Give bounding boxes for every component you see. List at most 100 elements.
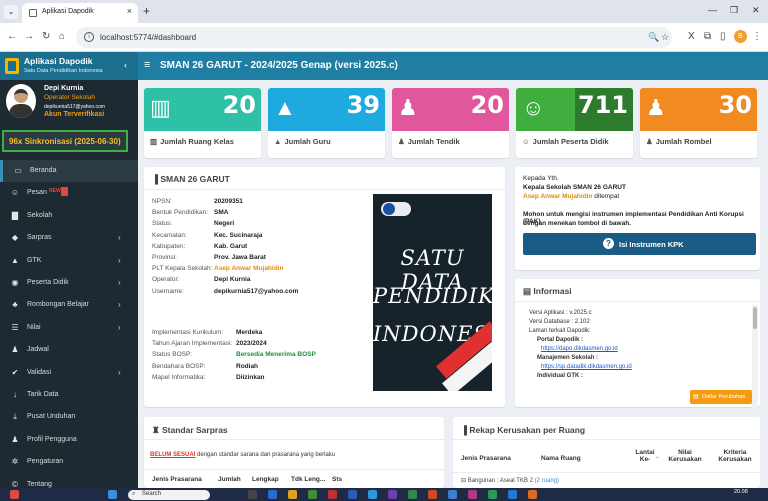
building-icon: ▇ (11, 210, 19, 220)
hamburger-menu-icon[interactable]: ≡ (144, 59, 150, 71)
sarpras-col-tdk-lengkap[interactable]: Tdk Leng... (291, 476, 325, 483)
taskbar-app-icon[interactable] (328, 490, 337, 499)
tab-close-icon[interactable]: × (127, 6, 132, 16)
taskbar-app-icon[interactable] (408, 490, 417, 499)
windows-start-icon[interactable] (108, 490, 117, 499)
sarpras-col-sts[interactable]: Sts (332, 476, 342, 483)
stat-label: ☺ Jumlah Peserta Didik (522, 137, 609, 146)
stat-box[interactable]: ▥ 20 ▥ Jumlah Ruang Kelas (144, 88, 261, 158)
bookmark-star-icon[interactable]: ☆ (661, 32, 669, 43)
sidebar-item-sarpras[interactable]: ◆ Sarpras › (0, 227, 138, 249)
sidebar-item-jadwal[interactable]: ♟ Jadwal (0, 339, 138, 361)
forward-icon[interactable]: → (24, 31, 34, 42)
site-info-icon[interactable]: i (84, 32, 94, 42)
sidebar-item-profil-pengguna[interactable]: ♟ Profil Pengguna (0, 429, 138, 451)
sidebar-item-peserta-didik[interactable]: ◉ Peserta Didik › (0, 272, 138, 294)
restore-icon[interactable]: ❐ (730, 5, 738, 16)
sidebar-item-pesan[interactable]: ☺ Pesan NEW (0, 182, 138, 204)
minimize-icon[interactable]: — (708, 5, 717, 15)
stat-box[interactable]: ♟ 30 ♟ Jumlah Rombel (640, 88, 757, 158)
taskbar-search[interactable]: ⌕ Search (128, 490, 210, 500)
rekap-col-nama-ruang[interactable]: Nama Ruang (541, 455, 581, 462)
extensions-icon[interactable]: ⧉ (704, 31, 711, 42)
sarpras-col-lengkap[interactable]: Lengkap (252, 476, 279, 483)
chevron-right-icon: › (118, 322, 121, 332)
sarpras-col-jenis[interactable]: Jenis Prasarana (152, 476, 202, 483)
app-logo-area: Aplikasi Dapodik Satu Data Pendidikan In… (0, 52, 138, 80)
chevron-left-icon[interactable]: ‹ (124, 60, 127, 70)
search-icon: ⌕ (132, 491, 136, 497)
notice-line-5: dengan menekan tombol di bawah. (523, 220, 631, 227)
sidebar-item-pusat-unduhan[interactable]: ⤓ Pusat Unduhan (0, 406, 138, 428)
school-field-value: Negeri (214, 220, 235, 228)
taskbar-app-icon[interactable] (348, 490, 357, 499)
sidebar-panel-icon[interactable]: ▯ (720, 31, 726, 42)
isi-instrumen-kpk-button[interactable]: ? Isi Instrumen KPK (523, 233, 756, 255)
stat-box[interactable]: ☺ 711 ☺ Jumlah Peserta Didik (516, 88, 633, 158)
taskbar-app-icon[interactable] (268, 490, 277, 499)
info-link[interactable]: https://dapo.dikdasmen.go.id (541, 346, 618, 352)
taskbar-app-icon[interactable] (308, 490, 317, 499)
app-title: Aplikasi Dapodik (24, 56, 93, 66)
taskbar-app-icon[interactable] (288, 490, 297, 499)
school-field-value: 2023/2024 (236, 340, 267, 348)
sidebar-item-label: Beranda (30, 167, 57, 174)
home-icon[interactable]: ⌂ (59, 31, 65, 42)
school-field-label: Kabupaten: (152, 242, 186, 250)
sidebar-item-validasi[interactable]: ✔ Validasi › (0, 362, 138, 384)
rekap-col-lantai[interactable]: Lantai Ke- (634, 449, 656, 463)
taskbar-app-icon[interactable] (428, 490, 437, 499)
zoom-icon[interactable]: 🔍 (648, 32, 659, 43)
rekap-col-nilai[interactable]: Nilai Kerusakan (663, 449, 707, 463)
stat-box-header: ▥ 20 (144, 88, 261, 131)
sidebar-item-rombongan-belajar[interactable]: ♣ Rombongan Belajar › (0, 294, 138, 316)
browser-tab-bar: ⌄ Aplikasi Dapodik × + — ❐ ✕ (0, 0, 768, 23)
address-bar-row: ← → ↻ ⌂ i localhost:5774/#dashboard 🔍 ☆ … (0, 23, 768, 52)
reload-icon[interactable]: ↻ (42, 31, 50, 42)
stat-label: ♟ Jumlah Tendik (398, 137, 460, 146)
taskbar-app-icon[interactable] (368, 490, 377, 499)
new-tab-button[interactable]: + (143, 4, 150, 18)
chevron-right-icon: › (118, 300, 121, 310)
sidebar-item-tarik-data[interactable]: ↓ Tarik Data (0, 384, 138, 406)
rekap-col-kriteria[interactable]: Kriteria Kerusakan (715, 449, 755, 463)
taskbar-app-icon[interactable] (248, 490, 257, 499)
taskbar-app-icon[interactable] (528, 490, 537, 499)
sidebar-item-label: Profil Pengguna (27, 435, 77, 443)
info-scroll-thumb[interactable] (753, 307, 757, 329)
back-icon[interactable]: ← (7, 31, 17, 42)
sidebar-item-pengaturan[interactable]: ✲ Pengaturan (0, 451, 138, 473)
sarpras-col-jumlah[interactable]: Jumlah (218, 476, 241, 483)
sidebar-item-sekolah[interactable]: ▇ Sekolah (0, 205, 138, 227)
user-icon: ♟ (398, 95, 418, 120)
rekap-group-row[interactable]: ⊟ Bangunan : Aseal TKB 2 (2 ruang) (461, 477, 559, 484)
browser-tab[interactable]: Aplikasi Dapodik × (22, 3, 138, 23)
taskbar-app-icon[interactable] (508, 490, 517, 499)
taskbar-app-icon[interactable] (488, 490, 497, 499)
extension-x-icon[interactable]: X (688, 31, 695, 42)
taskbar-app-icon[interactable] (468, 490, 477, 499)
window-close-icon[interactable]: ✕ (752, 5, 760, 16)
windows-taskbar: ⌕ Search 20.08 (0, 488, 768, 501)
daftar-perubahan-button[interactable]: ▤ Daftar Perubahan (690, 390, 752, 404)
rekap-col-jenis[interactable]: Jenis Prasarana (461, 455, 511, 462)
stat-box[interactable]: ▲ 39 ▲ Jumlah Guru (268, 88, 385, 158)
tab-list-dropdown[interactable]: ⌄ (4, 5, 18, 19)
sidebar-item-nilai[interactable]: ☰ Nilai › (0, 317, 138, 339)
url-field[interactable]: i localhost:5774/#dashboard 🔍 ☆ (76, 27, 672, 48)
school-field-value: Asep Anwar Mujahidin (214, 265, 284, 273)
info-link[interactable]: https://sp.datadik.dikdasmen.go.id (541, 364, 632, 370)
browser-menu-icon[interactable]: ⋮ (752, 31, 762, 42)
bank-icon: ▥ (150, 137, 158, 146)
browser-profile-avatar[interactable]: B (734, 30, 747, 43)
sidebar-item-gtk[interactable]: ▲ GTK › (0, 250, 138, 272)
taskbar-app-icon[interactable] (388, 490, 397, 499)
page-title: SMAN 26 GARUT - 2024/2025 Genap (versi 2… (160, 60, 398, 71)
sort-caret-icon[interactable]: ⌄ (655, 453, 660, 460)
school-field-value: SMA (214, 209, 229, 217)
smile-icon: ☺ (522, 137, 530, 146)
weather-icon[interactable] (10, 490, 19, 499)
sidebar-item-beranda[interactable]: ▭ Beranda (0, 160, 138, 182)
stat-box[interactable]: ♟ 20 ♟ Jumlah Tendik (392, 88, 509, 158)
taskbar-app-icon[interactable] (448, 490, 457, 499)
